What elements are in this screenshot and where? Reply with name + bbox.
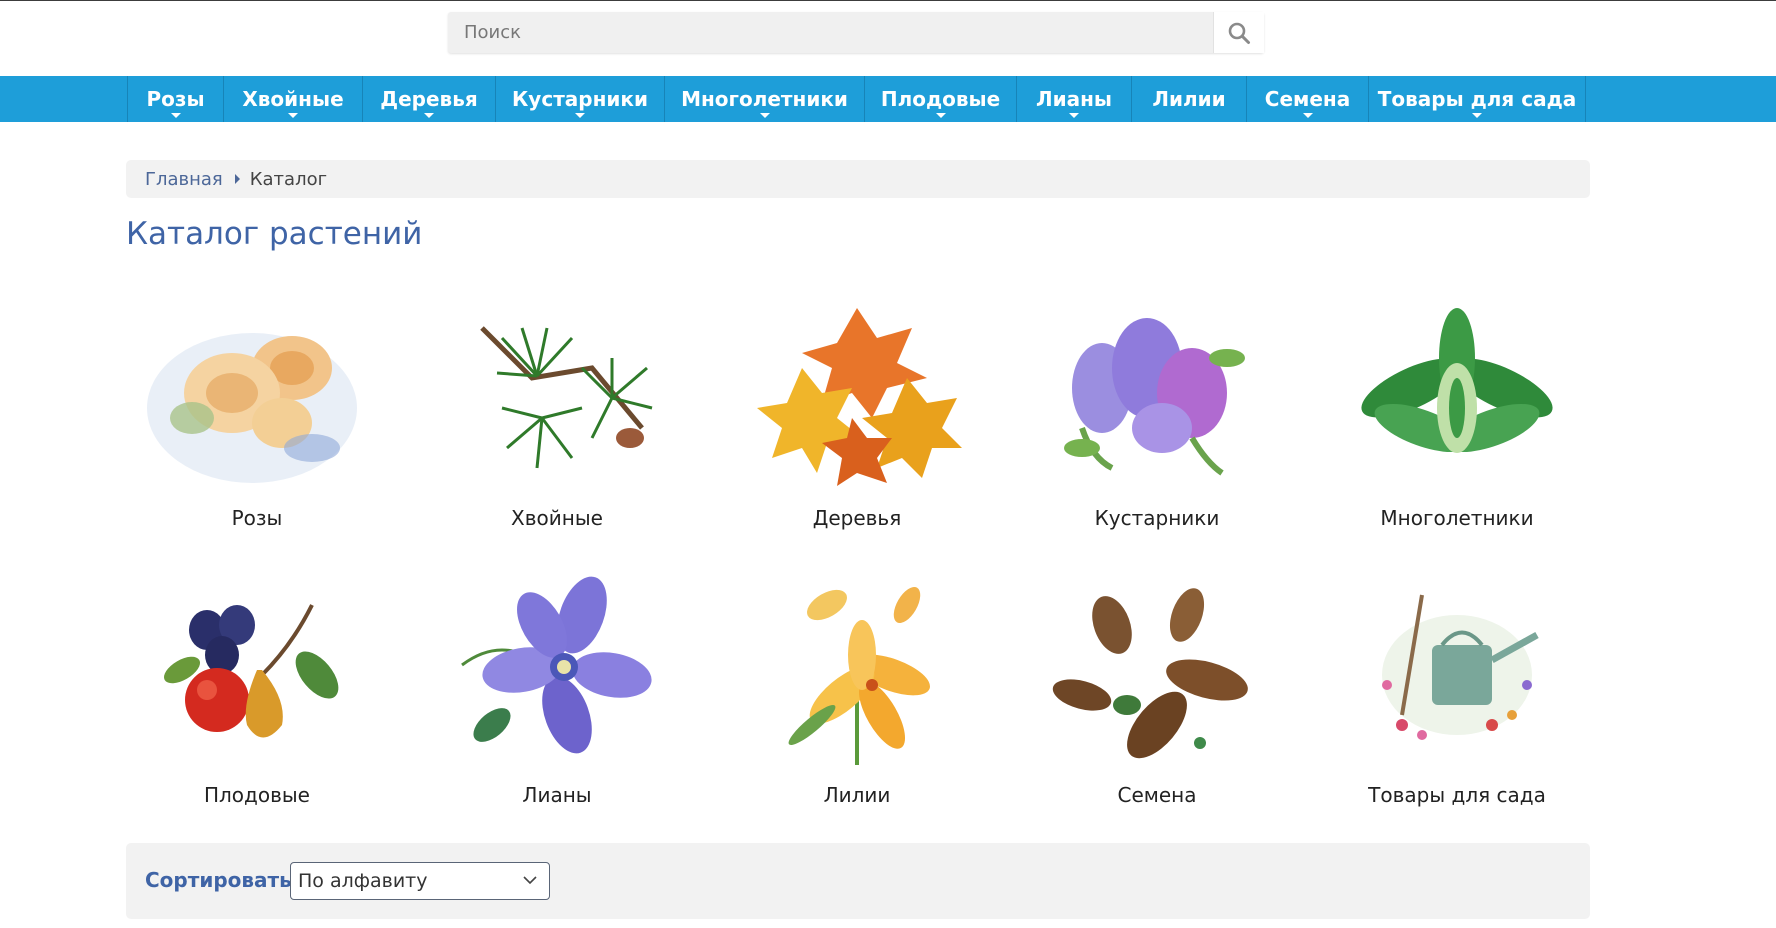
conifers-image: [427, 288, 687, 498]
garden-goods-image: [1327, 565, 1587, 775]
nav-item-lilies[interactable]: Лилии: [1132, 76, 1247, 122]
caret-down-icon: [1302, 113, 1313, 118]
category-card-trees[interactable]: Деревья: [727, 288, 987, 548]
fruit-image: [127, 565, 387, 775]
caret-down-icon: [170, 113, 181, 118]
nav-item-perennials[interactable]: Многолетники: [665, 76, 865, 122]
caret-down-icon: [575, 113, 585, 118]
nav-item-label: Деревья: [380, 87, 478, 111]
vines-image: [427, 565, 687, 775]
nav-item-garden-goods[interactable]: Товары для сада: [1369, 76, 1586, 122]
nav-item-label: Розы: [146, 87, 205, 111]
breadcrumb-home-link[interactable]: Главная: [145, 169, 223, 190]
category-card-lilies[interactable]: Лилии: [727, 565, 987, 825]
nav-item-vines[interactable]: Лианы: [1017, 76, 1132, 122]
lilies-image: [727, 565, 987, 775]
nav-item-shrubs[interactable]: Кустарники: [496, 76, 665, 122]
search-bar: [448, 12, 1264, 53]
caret-down-icon: [1069, 113, 1079, 118]
category-label: Кустарники: [1094, 506, 1220, 530]
search-icon: [1228, 22, 1250, 44]
nav-item-label: Лилии: [1152, 87, 1226, 111]
page-title: Каталог растений: [126, 216, 423, 252]
category-card-shrubs[interactable]: Кустарники: [1027, 288, 1287, 548]
nav-item-label: Товары для сада: [1377, 87, 1577, 111]
sort-label: Сортировать:: [145, 868, 300, 892]
category-label: Деревья: [812, 506, 902, 530]
category-card-conifers[interactable]: Хвойные: [427, 288, 687, 548]
nav-item-roses[interactable]: Розы: [128, 76, 224, 122]
breadcrumb-separator-icon: [234, 174, 240, 184]
breadcrumb: Главная Каталог: [126, 160, 1590, 198]
nav-item-label: Многолетники: [681, 87, 848, 111]
category-label: Лианы: [522, 783, 592, 807]
search-input[interactable]: [448, 12, 1212, 53]
category-card-vines[interactable]: Лианы: [427, 565, 687, 825]
category-card-garden-goods[interactable]: Товары для сада: [1327, 565, 1587, 825]
sort-selected-value: По алфавиту: [298, 870, 428, 892]
category-card-seeds[interactable]: Семена: [1027, 565, 1287, 825]
trees-image: [727, 288, 987, 498]
sort-bar: Сортировать: По алфавиту: [126, 843, 1590, 919]
nav-item-fruit[interactable]: Плодовые: [865, 76, 1017, 122]
category-label: Товары для сада: [1368, 783, 1546, 807]
nav-item-trees[interactable]: Деревья: [363, 76, 496, 122]
sort-select[interactable]: По алфавиту: [290, 862, 550, 900]
shrubs-image: [1027, 288, 1287, 498]
breadcrumb-current: Каталог: [249, 168, 328, 190]
category-label: Плодовые: [203, 783, 310, 807]
nav-item-label: Семена: [1264, 87, 1351, 111]
category-label: Хвойные: [511, 506, 603, 530]
caret-down-icon: [288, 113, 298, 118]
category-card-fruit[interactable]: Плодовые: [127, 565, 387, 825]
category-label: Лилии: [823, 783, 891, 807]
seeds-image: [1027, 565, 1287, 775]
nav-item-conifers[interactable]: Хвойные: [224, 76, 363, 122]
nav-item-label: Хвойные: [242, 87, 344, 111]
perennials-image: [1327, 288, 1587, 498]
main-nav: Розы Хвойные Деревья Кустарники Многолет…: [0, 76, 1776, 122]
category-card-roses[interactable]: Розы: [127, 288, 387, 548]
caret-down-icon: [424, 113, 434, 118]
caret-down-icon: [1472, 113, 1482, 118]
caret-down-icon: [935, 113, 946, 118]
roses-image: [127, 288, 387, 498]
chevron-down-icon: [523, 876, 537, 885]
category-label: Многолетники: [1380, 506, 1534, 530]
nav-item-label: Плодовые: [880, 87, 1001, 111]
category-label: Розы: [231, 506, 283, 530]
nav-item-seeds[interactable]: Семена: [1247, 76, 1369, 122]
nav-item-label: Лианы: [1035, 87, 1113, 111]
category-label: Семена: [1117, 783, 1197, 807]
top-border: [0, 0, 1776, 1]
search-button[interactable]: [1213, 12, 1264, 53]
caret-down-icon: [759, 113, 770, 118]
category-card-perennials[interactable]: Многолетники: [1327, 288, 1587, 548]
nav-item-label: Кустарники: [511, 87, 649, 111]
